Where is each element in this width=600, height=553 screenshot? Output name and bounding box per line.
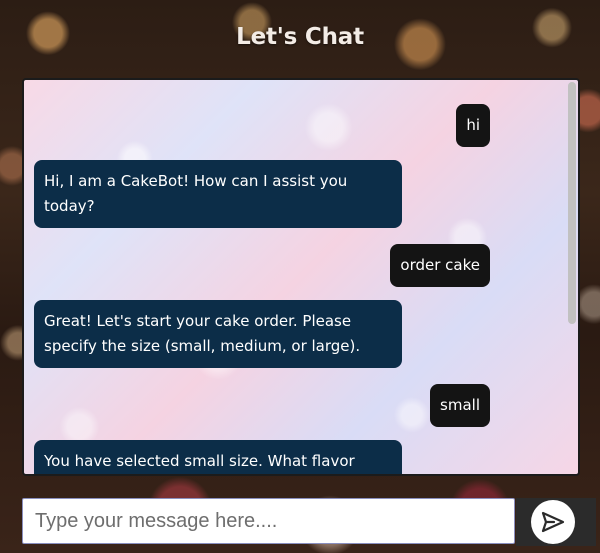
user-message: hi xyxy=(456,104,490,147)
user-message: order cake xyxy=(390,244,490,287)
send-button[interactable] xyxy=(516,498,596,546)
user-message: small xyxy=(430,384,490,427)
message-input[interactable] xyxy=(22,498,515,544)
send-icon-circle xyxy=(531,500,575,544)
bot-message: Great! Let's start your cake order. Plea… xyxy=(34,300,402,368)
bot-message: You have selected small size. What flavo… xyxy=(34,440,402,474)
bot-message: Hi, I am a CakeBot! How can I assist you… xyxy=(34,160,402,228)
scrollbar-thumb[interactable] xyxy=(568,82,576,324)
chat-scrollbar[interactable] xyxy=(568,82,576,472)
message-composer xyxy=(22,498,596,546)
page-title: Let's Chat xyxy=(236,24,364,50)
paper-plane-icon xyxy=(541,511,565,533)
message-list: hi Hi, I am a CakeBot! How can I assist … xyxy=(24,80,568,474)
chat-window[interactable]: hi Hi, I am a CakeBot! How can I assist … xyxy=(22,78,580,476)
